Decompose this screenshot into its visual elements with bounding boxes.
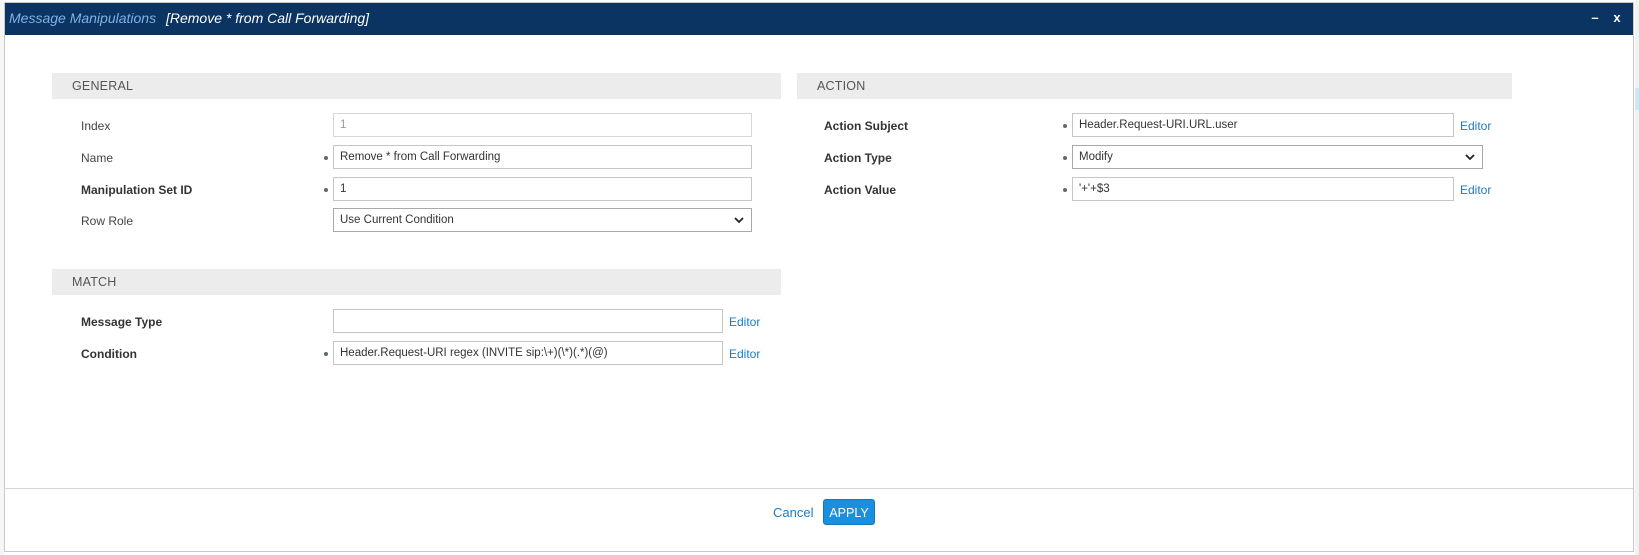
action-type-value: Modify [1079,151,1113,163]
apply-button[interactable]: APPLY [823,499,875,525]
name-field[interactable]: Remove * from Call Forwarding [333,145,752,169]
condition-field[interactable]: Header.Request-URI regex (INVITE sip:\+)… [333,341,723,365]
required-indicator-icon [1063,124,1067,128]
action-value-editor-link[interactable]: Editor [1460,182,1491,198]
action-value-label: Action Value [824,183,897,197]
background-highlight [1635,88,1639,110]
action-type-label: Action Type [824,151,892,165]
dialog-module-title: Message Manipulations [9,10,157,26]
message-type-field[interactable] [333,309,723,333]
action-value-field[interactable]: '+'+$3 [1072,177,1454,201]
manipulation-set-id-field[interactable]: 1 [333,177,752,201]
required-indicator-icon [324,188,328,192]
chevron-down-icon [1465,154,1475,161]
edit-dialog: Message Manipulations [Remove * from Cal… [4,2,1634,552]
dialog-item-title: [Remove * from Call Forwarding] [165,10,370,26]
section-header-general: GENERAL [52,73,781,99]
condition-editor-link[interactable]: Editor [729,346,760,362]
required-indicator-icon [324,352,328,356]
row-role-select[interactable]: Use Current Condition [333,208,752,232]
action-subject-label: Action Subject [824,119,909,133]
minimize-icon[interactable]: – [1587,9,1603,27]
chevron-down-icon [734,217,744,224]
row-role-value: Use Current Condition [340,214,454,226]
index-label: Index [81,119,111,133]
section-header-action: ACTION [797,73,1512,99]
close-icon[interactable]: x [1609,9,1625,27]
required-indicator-icon [324,156,328,160]
required-indicator-icon [1063,156,1067,160]
section-header-match: MATCH [52,269,781,295]
condition-label: Condition [81,347,137,361]
message-type-label: Message Type [81,315,163,329]
name-label: Name [81,151,114,165]
index-field: 1 [333,113,752,137]
background-right-edge [1635,0,1639,555]
cancel-button[interactable]: Cancel [773,502,813,524]
action-subject-editor-link[interactable]: Editor [1460,118,1491,134]
action-subject-field[interactable]: Header.Request-URI.URL.user [1072,113,1454,137]
footer-divider [5,488,1633,489]
action-type-select[interactable]: Modify [1072,145,1483,169]
dialog-titlebar: Message Manipulations [Remove * from Cal… [5,3,1633,35]
message-type-editor-link[interactable]: Editor [729,314,760,330]
row-role-label: Row Role [81,214,134,228]
manipulation-set-id-label: Manipulation Set ID [81,183,193,197]
required-indicator-icon [1063,188,1067,192]
